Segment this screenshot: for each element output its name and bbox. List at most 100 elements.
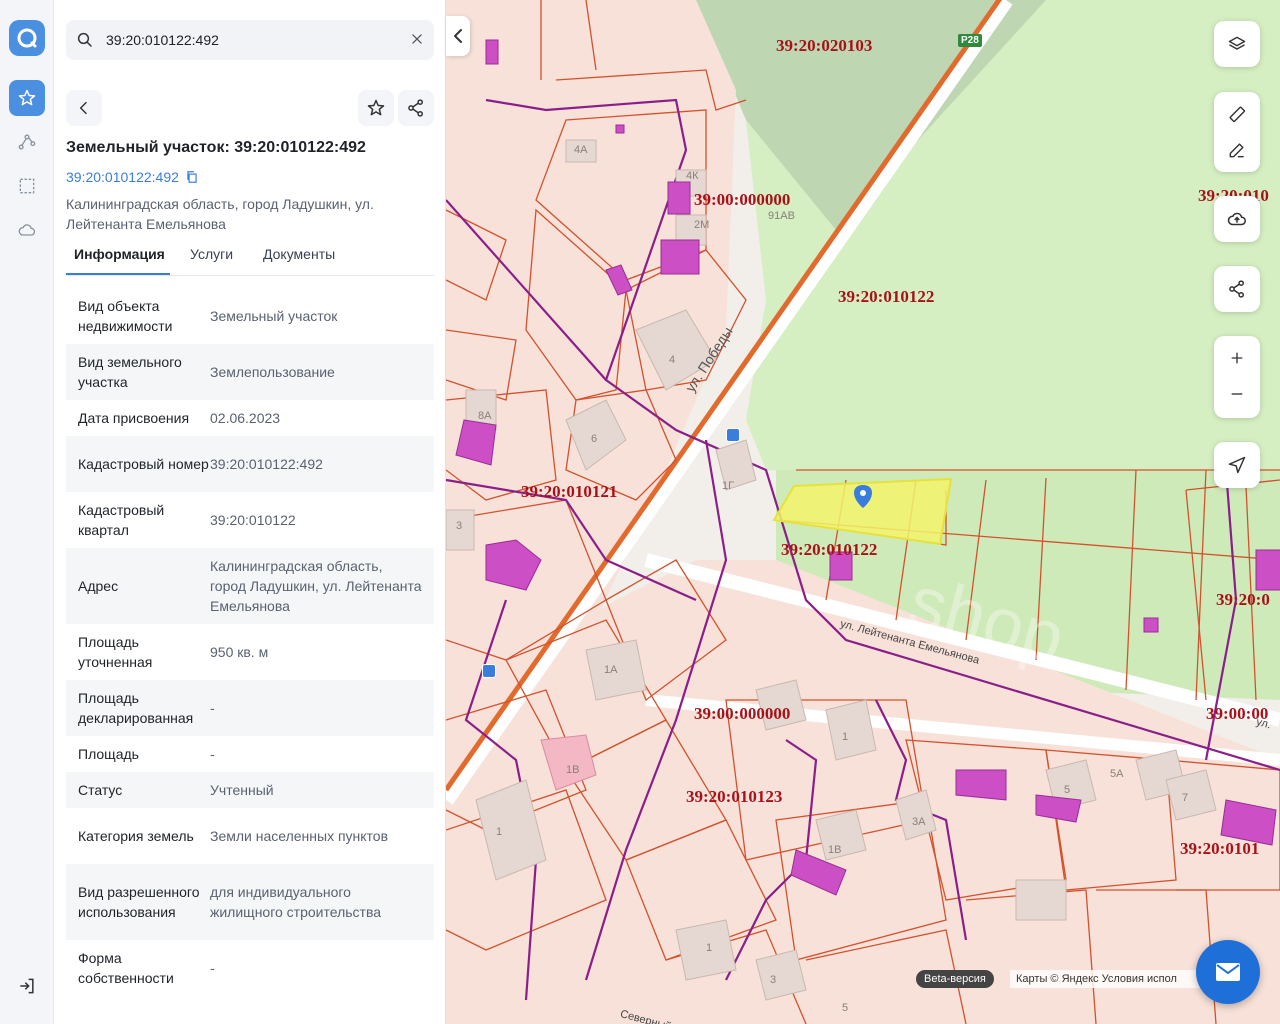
quarter-label: 39:20:010121: [521, 482, 618, 501]
info-key: Площадь декларированная: [78, 690, 194, 726]
page-title: Земельный участок: 39:20:010122:492: [66, 139, 366, 156]
info-value: -: [210, 960, 215, 976]
upload-cloud-icon: [1227, 212, 1247, 226]
info-value: 39:20:010122: [210, 512, 296, 528]
info-key: Адрес: [78, 578, 119, 594]
info-row: Кадастровый номер 39:20:010122:492: [66, 436, 434, 492]
house-number: 1: [496, 826, 503, 838]
info-key: Вид разрешенного использования: [78, 884, 200, 920]
search-icon: [77, 32, 92, 47]
parcel-address: Калининградская область, город Ладушкин,…: [66, 196, 374, 232]
house-number: 5А: [1110, 768, 1124, 780]
info-row: Вид земельного участка Землепользование: [66, 344, 434, 400]
cloud-nav-button[interactable]: [9, 212, 45, 248]
map-copyright[interactable]: Карты © Яндекс Условия испол: [1010, 970, 1214, 988]
upload-button[interactable]: [1214, 196, 1260, 242]
mail-icon: [1216, 963, 1240, 981]
info-value: -: [210, 746, 215, 762]
share-icon: [1229, 280, 1244, 298]
house-number: 4К: [686, 170, 699, 182]
quarter-label: 39:20:010122: [781, 540, 878, 559]
house-number: 5: [1064, 784, 1071, 796]
map-pin-dot: [860, 490, 866, 496]
house-number: 6: [591, 433, 598, 445]
tab-bar: Информация Услуги Документы: [66, 240, 434, 276]
info-table: Вид объекта недвижимости Земельный участо…: [66, 288, 434, 996]
layers-icon: [1228, 36, 1246, 50]
edit-button[interactable]: [1214, 132, 1260, 168]
zoom-out-button[interactable]: [1214, 376, 1260, 412]
tab-services[interactable]: Услуги: [190, 246, 233, 262]
house-number: 1: [706, 942, 713, 954]
info-value: 950 кв. м: [210, 644, 269, 660]
route-nav-button[interactable]: [9, 124, 45, 160]
chevron-left-icon: [454, 29, 462, 43]
ruler-button[interactable]: [1214, 96, 1260, 132]
cadastral-number-link[interactable]: 39:20:010122:492: [66, 169, 199, 185]
cloud-icon: [18, 224, 36, 236]
info-value: 02.06.2023: [210, 410, 281, 426]
select-area-nav-button[interactable]: [9, 168, 45, 204]
favorites-nav-button[interactable]: [9, 80, 45, 116]
house-number: 7: [1182, 792, 1189, 804]
quarter-label: 39:00:000000: [694, 190, 791, 209]
zoom-in-button[interactable]: [1214, 340, 1260, 376]
info-row: Форма собственности -: [66, 940, 434, 996]
info-row: Вид объекта недвижимости Земельный участо…: [66, 288, 434, 344]
house-number: 8А: [478, 410, 492, 422]
info-key: Дата присвоения: [78, 410, 190, 426]
quarter-label: 39:20:010123: [686, 787, 783, 806]
info-row: Категория земель Земли населенных пунктов: [66, 808, 434, 864]
info-value: -: [210, 700, 215, 716]
info-row: Площадь -: [66, 736, 434, 772]
clear-search-icon[interactable]: [410, 32, 424, 46]
info-key: Категория земель: [78, 828, 194, 844]
map-share-button[interactable]: [1214, 266, 1260, 312]
share-icon: [408, 99, 423, 117]
share-button[interactable]: [398, 90, 434, 126]
cadastral-number-text[interactable]: 39:20:010122:492: [66, 169, 179, 185]
map-canvas[interactable]: [446, 0, 1280, 1024]
back-button[interactable]: [66, 90, 102, 126]
info-value: Земельный участок: [210, 308, 338, 324]
info-row: Дата присвоения 02.06.2023: [66, 400, 434, 436]
app-logo-icon[interactable]: [9, 20, 45, 56]
zoom-controls: [1214, 336, 1260, 418]
house-number: 4А: [574, 144, 588, 156]
info-value: Калининградская область, город Ладушкин,…: [210, 558, 422, 614]
info-value: для индивидуального жилищного строительс…: [210, 884, 382, 920]
my-location-button[interactable]: [1214, 442, 1260, 488]
route-icon: [18, 134, 36, 150]
tab-documents[interactable]: Документы: [263, 246, 335, 262]
house-number: 4: [669, 354, 676, 366]
quarter-label: 39:20:020103: [776, 36, 873, 55]
cadastral-map[interactable]: 39:20:020103 39:00:000000 39:20:010122 3…: [446, 0, 1280, 1024]
house-number: 2М: [694, 219, 710, 231]
active-tab-indicator: [66, 273, 170, 275]
measure-tools: [1214, 92, 1260, 172]
bus-stop-icon: [482, 664, 496, 678]
quarter-label: 39:20:0: [1216, 590, 1270, 609]
navigation-arrow-icon: [1228, 456, 1246, 474]
logout-button[interactable]: [9, 968, 45, 1004]
road-number-badge: Р28: [958, 34, 982, 47]
info-key: Площадь: [78, 746, 139, 762]
star-icon: [18, 89, 36, 106]
info-row: Кадастровый квартал 39:20:010122: [66, 492, 434, 548]
feedback-mail-button[interactable]: [1196, 940, 1260, 1004]
favorite-button[interactable]: [358, 90, 394, 126]
house-number: 1В: [566, 764, 580, 776]
layers-button[interactable]: [1214, 21, 1260, 67]
quarter-label: 39:20:010122: [838, 287, 935, 306]
house-number: 3: [770, 974, 777, 986]
collapse-panel-button[interactable]: [446, 16, 470, 56]
info-row: Площадь декларированная -: [66, 680, 434, 736]
house-number: 1В: [828, 844, 842, 856]
search-input[interactable]: [106, 30, 396, 50]
copy-icon[interactable]: [185, 170, 199, 184]
info-key: Площадь уточненная: [78, 634, 153, 670]
info-row: Адрес Калининградская область, город Ладу…: [66, 548, 434, 624]
search-box: [66, 20, 434, 60]
quarter-label: 39:00:000000: [694, 704, 791, 723]
tab-information[interactable]: Информация: [74, 246, 165, 262]
